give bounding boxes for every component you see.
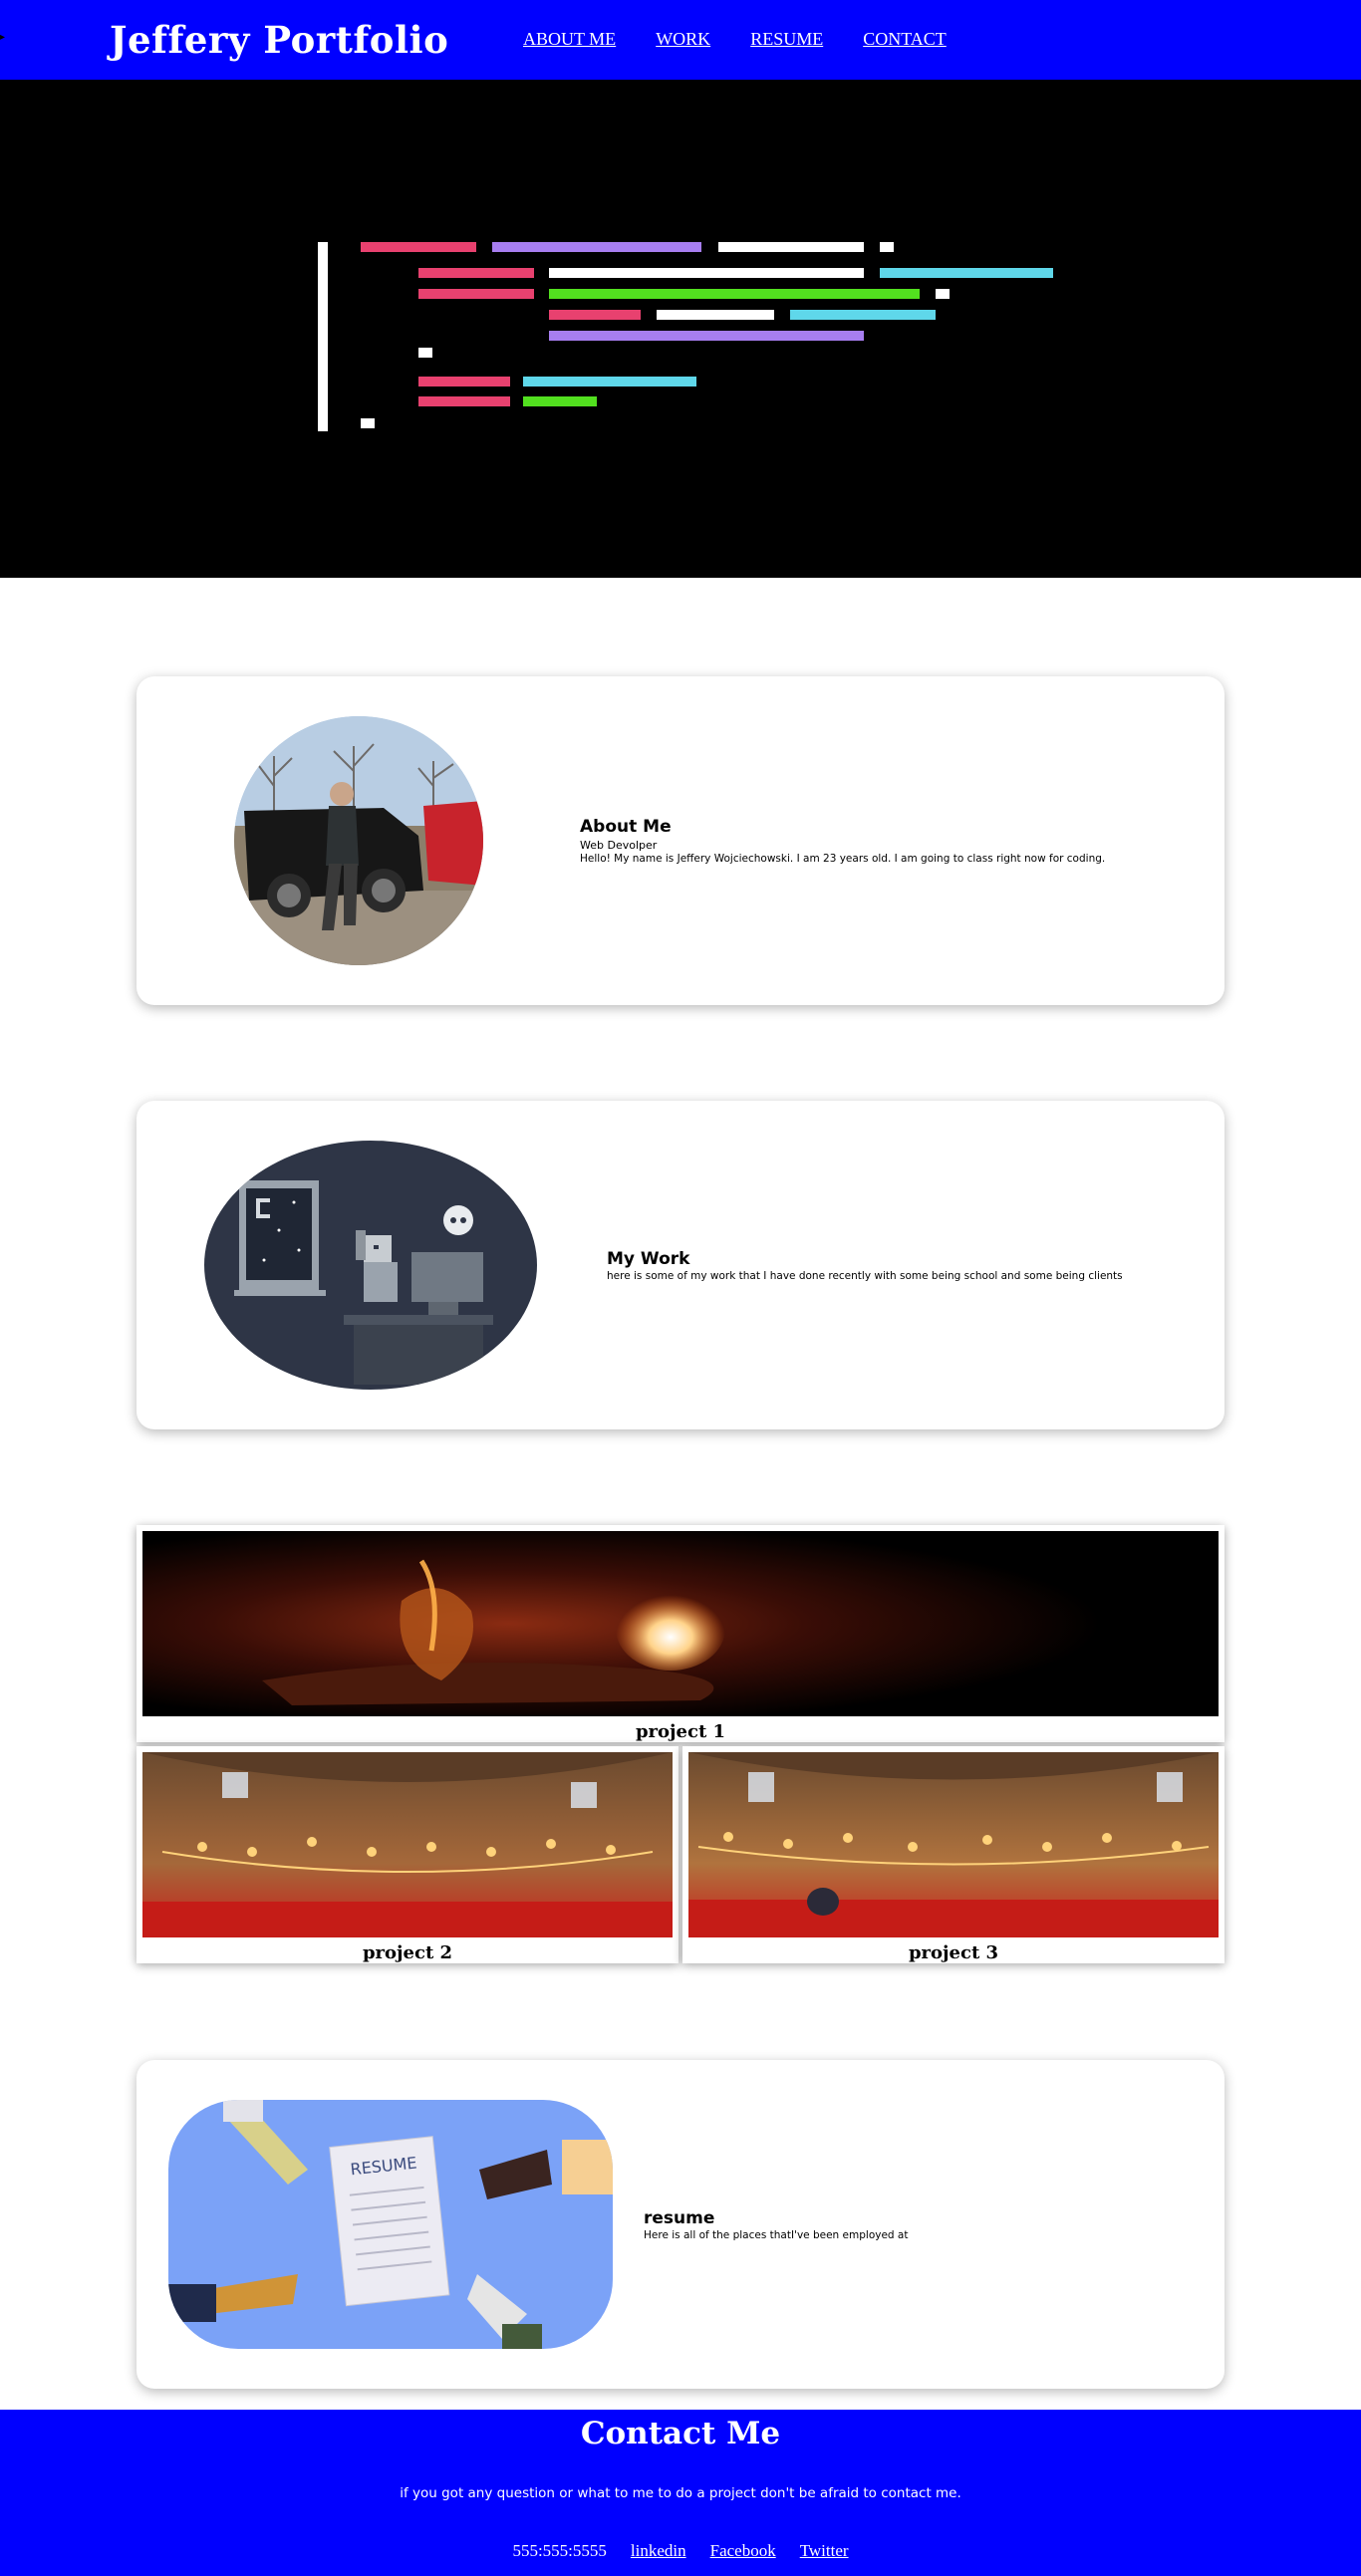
about-card: About Me Web Devolper Hello! My name is … (136, 676, 1225, 1005)
facebook-link[interactable]: Facebook (710, 2541, 776, 2561)
nav-link-resume[interactable]: RESUME (750, 29, 823, 50)
project-1-image (142, 1531, 1219, 1716)
portrait-photo (234, 716, 483, 965)
project-card-2[interactable]: project 2 (136, 1746, 679, 1963)
code-lines-graphic (318, 242, 1053, 431)
hero-banner (0, 80, 1361, 578)
site-title: Jeffery Portfolio (110, 18, 449, 62)
developer-illustration (204, 1141, 537, 1390)
project-3-image (688, 1752, 1219, 1937)
contact-title: Contact Me (580, 2416, 781, 2451)
contact-links: 555:555:5555 linkedin Facebook Twitter (0, 2541, 1361, 2561)
work-card: My Work here is some of my work that I h… (136, 1101, 1225, 1429)
resume-title: resume (644, 2208, 715, 2228)
work-title: My Work (607, 1249, 690, 1269)
nav-link-contact[interactable]: CONTACT (863, 29, 947, 50)
phone-number: 555:555:5555 (512, 2541, 607, 2560)
about-body: Hello! My name is Jeffery Wojciechowski.… (580, 853, 1106, 865)
resume-card: RESUME resume Here is all of the places … (136, 2060, 1225, 2389)
broken-image-icon: ▸ (0, 32, 6, 43)
contact-footer: Contact Me if you got any question or wh… (0, 2410, 1361, 2576)
contact-message: if you got any question or what to me to… (400, 2485, 961, 2501)
resume-text: resume Here is all of the places thatI'v… (644, 2208, 908, 2241)
project-2-label: project 2 (362, 1942, 453, 1963)
about-text: About Me Web Devolper Hello! My name is … (580, 817, 1105, 865)
resume-body: Here is all of the places thatI've been … (644, 2229, 909, 2241)
site-header: Jeffery Portfolio ABOUT ME WORK RESUME C… (0, 0, 1361, 80)
project-card-3[interactable]: project 3 (682, 1746, 1225, 1963)
nav-link-work[interactable]: WORK (656, 29, 710, 50)
main-nav: ABOUT ME WORK RESUME CONTACT (523, 29, 947, 50)
project-1-label: project 1 (635, 1721, 726, 1742)
work-body: here is some of my work that I have done… (607, 1270, 1123, 1282)
about-subtitle: Web Devolper (580, 839, 658, 852)
project-3-label: project 3 (908, 1942, 999, 1963)
linkedin-link[interactable]: linkedin (631, 2541, 686, 2561)
work-text: My Work here is some of my work that I h… (607, 1249, 1123, 1282)
resume-illustration: RESUME (168, 2100, 613, 2349)
about-title: About Me (580, 817, 672, 837)
twitter-link[interactable]: Twitter (800, 2541, 849, 2561)
nav-link-about-me[interactable]: ABOUT ME (523, 29, 616, 50)
project-card-1[interactable]: project 1 (136, 1525, 1225, 1742)
project-2-image (142, 1752, 673, 1937)
